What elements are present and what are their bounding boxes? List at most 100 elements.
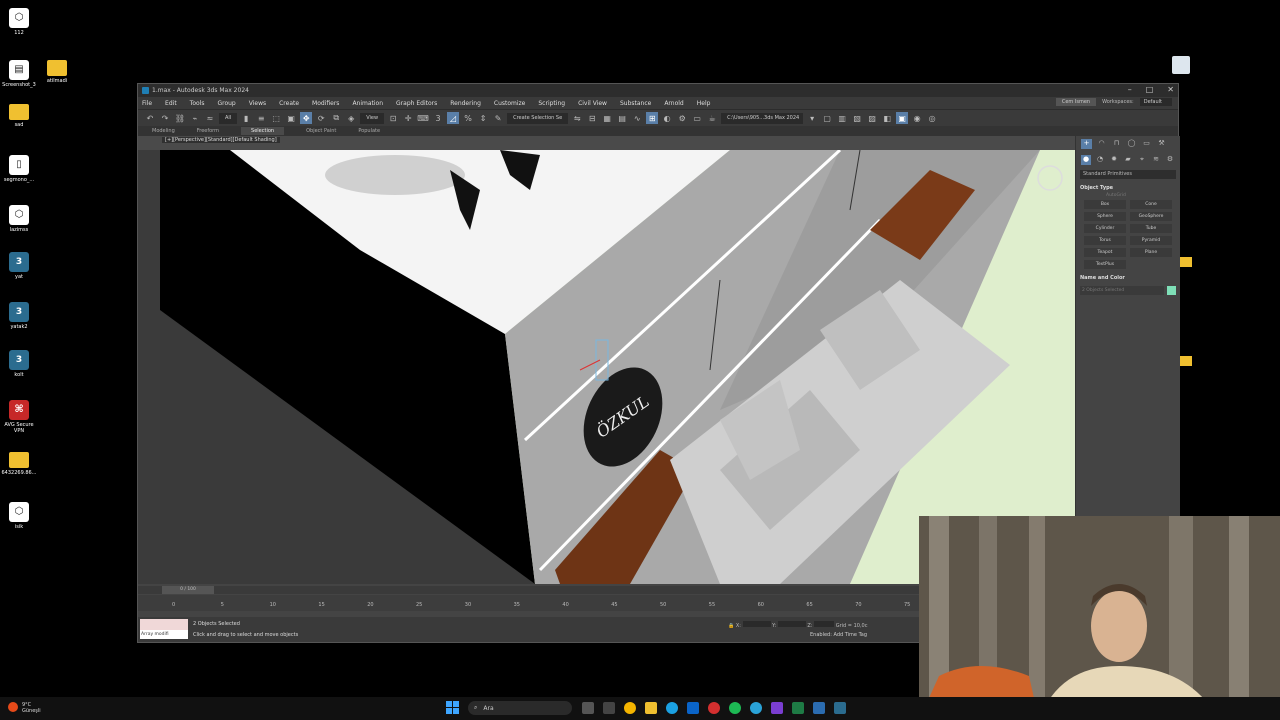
desktop-folder-icon[interactable] xyxy=(1180,356,1192,366)
desktop-folder-icon[interactable] xyxy=(1180,257,1192,267)
menu-edit[interactable]: Edit xyxy=(165,100,177,107)
arnold-ipr-icon[interactable]: ◎ xyxy=(926,112,938,124)
ribbon-tab-modeling[interactable]: Modeling xyxy=(152,128,175,134)
viewport-layout-icon[interactable]: ▥ xyxy=(836,112,848,124)
modify-tab-icon[interactable]: ◠ xyxy=(1096,139,1107,149)
geometry-icon[interactable]: ● xyxy=(1081,155,1091,165)
menu-create[interactable]: Create xyxy=(279,100,299,107)
desktop-icon[interactable]: 3 yatak2 xyxy=(0,302,38,330)
adaptive-degradation[interactable]: Enabled: Add Time Tag xyxy=(810,632,867,638)
mirror-icon[interactable]: ⇋ xyxy=(571,112,583,124)
curve-editor-icon[interactable]: ∿ xyxy=(631,112,643,124)
primitive-teapot-button[interactable]: Teapot xyxy=(1084,248,1126,257)
viewport-label-part[interactable]: [Standard] xyxy=(206,137,233,143)
desktop-icon[interactable]: ▯ segmono_... xyxy=(0,155,38,183)
desktop-icon[interactable]: ⬡ lazimss xyxy=(0,205,38,233)
spotify-icon[interactable] xyxy=(729,702,741,714)
edge-icon[interactable] xyxy=(666,702,678,714)
desktop-icon[interactable]: 3 kolt xyxy=(0,350,38,378)
ribbon-tab-selection[interactable]: Selection xyxy=(241,127,285,135)
primitive-category-select[interactable]: Standard Primitives xyxy=(1080,170,1176,179)
redo-icon[interactable]: ↷ xyxy=(159,112,171,124)
create-tab-icon[interactable]: + xyxy=(1081,139,1092,149)
rectangle-selection-icon[interactable]: ⬚ xyxy=(270,112,282,124)
menu-animation[interactable]: Animation xyxy=(352,100,383,107)
track-bar[interactable]: 0 5 10 15 20 25 30 35 40 45 50 55 60 65 70 75 xyxy=(138,595,923,611)
lights-icon[interactable]: ✹ xyxy=(1109,155,1119,165)
desktop-icon[interactable]: ▤ Screenshot_3 xyxy=(0,60,38,88)
render-icon[interactable]: ☕ xyxy=(706,112,718,124)
maxscript-listener[interactable]: Array modifi xyxy=(140,619,188,639)
arnold-render-icon[interactable]: ◉ xyxy=(911,112,923,124)
add-time-tag[interactable]: Add Time Tag xyxy=(833,632,867,638)
object-color-swatch[interactable] xyxy=(1167,286,1176,295)
time-slider[interactable]: 0 / 100 xyxy=(138,586,923,594)
menu-group[interactable]: Group xyxy=(217,100,235,107)
pivot-center-icon[interactable]: ⊡ xyxy=(387,112,399,124)
time-slider-handle[interactable]: 0 / 100 xyxy=(162,586,214,594)
minimize-icon[interactable]: – xyxy=(1128,85,1132,94)
start-button[interactable] xyxy=(446,701,459,714)
chat-icon[interactable] xyxy=(813,702,825,714)
desktop-icon[interactable]: sad xyxy=(0,104,38,128)
taskbar-search[interactable]: ⌕ Ara xyxy=(468,701,572,715)
link-icon[interactable]: ⛓ xyxy=(174,112,186,124)
select-manipulate-icon[interactable]: ✛ xyxy=(402,112,414,124)
menu-views[interactable]: Views xyxy=(249,100,266,107)
helpers-icon[interactable]: ⌖ xyxy=(1137,155,1147,165)
layer-icon[interactable]: ▨ xyxy=(866,112,878,124)
viewport-label-part[interactable]: [Default Shading] xyxy=(233,137,277,143)
schematic-view-icon[interactable]: ⊞ xyxy=(646,112,659,124)
maxscript-line[interactable]: Array modifi xyxy=(140,630,188,639)
material-editor-icon[interactable]: ◐ xyxy=(661,112,673,124)
viewport-label[interactable]: [+][Perspective][Standard][Default Shadi… xyxy=(162,137,280,143)
keyboard-shortcut-icon[interactable]: ⌨ xyxy=(417,112,429,124)
cameras-icon[interactable]: ▰ xyxy=(1123,155,1133,165)
name-color-header[interactable]: Name and Color xyxy=(1080,273,1176,283)
graphite-icon[interactable]: ◧ xyxy=(881,112,893,124)
selection-filter-select[interactable]: All xyxy=(219,112,238,124)
viewport-label-part[interactable]: [Perspective] xyxy=(173,137,206,143)
primitive-geosphere-button[interactable]: GeoSphere xyxy=(1130,212,1172,221)
spacewarps-icon[interactable]: ≋ xyxy=(1151,155,1161,165)
snaps-toggle-icon[interactable]: 3 xyxy=(432,112,444,124)
autogrid-checkbox[interactable]: AutoGrid xyxy=(1080,193,1176,198)
primitive-sphere-button[interactable]: Sphere xyxy=(1084,212,1126,221)
desktop-icon[interactable]: 6432269.86... xyxy=(0,452,38,476)
select-scale-icon[interactable]: ⧉ xyxy=(330,112,342,124)
menu-substance[interactable]: Substance xyxy=(620,100,651,107)
select-by-name-icon[interactable]: ≡ xyxy=(255,112,267,124)
layer-explorer-icon[interactable]: ▦ xyxy=(601,112,613,124)
edit-named-selection-icon[interactable]: ✎ xyxy=(492,112,504,124)
project-icon[interactable]: ▢ xyxy=(821,112,833,124)
primitive-tube-button[interactable]: Tube xyxy=(1130,224,1172,233)
ribbon-tab-populate[interactable]: Populate xyxy=(358,128,380,134)
close-icon[interactable]: ✕ xyxy=(1167,85,1174,94)
coordinate-fields[interactable]: 🔒 X: Y: Z: Grid = 10,0c xyxy=(728,621,867,629)
rendered-frame-icon[interactable]: ▭ xyxy=(691,112,703,124)
shapes-icon[interactable]: ◔ xyxy=(1095,155,1105,165)
telegram-icon[interactable] xyxy=(750,702,762,714)
select-rotate-icon[interactable]: ⟳ xyxy=(315,112,327,124)
named-selection-set-select[interactable]: Create Selection Se xyxy=(507,112,569,124)
desktop-icon[interactable]: ⬡ isik xyxy=(0,502,38,530)
weather-icon[interactable] xyxy=(8,702,18,712)
folder-icon[interactable] xyxy=(645,702,657,714)
motion-tab-icon[interactable]: ◯ xyxy=(1126,139,1137,149)
menu-rendering[interactable]: Rendering xyxy=(450,100,481,107)
desktop-icon[interactable]: ⬡ 112 xyxy=(0,8,38,36)
chrome-icon[interactable] xyxy=(624,702,636,714)
menu-scripting[interactable]: Scripting xyxy=(538,100,565,107)
placement-icon[interactable]: ◈ xyxy=(345,112,357,124)
object-name-field[interactable]: 2 Objects Selected xyxy=(1080,286,1164,295)
display-tab-icon[interactable]: ▭ xyxy=(1141,139,1152,149)
utilities-tab-icon[interactable]: ⚒ xyxy=(1156,139,1167,149)
menu-file[interactable]: File xyxy=(142,100,152,107)
task-view-icon[interactable] xyxy=(582,702,594,714)
desktop-icon[interactable]: atilmadi xyxy=(38,60,76,84)
ribbon-tab-freeform[interactable]: Freeform xyxy=(197,128,219,134)
maximize-icon[interactable]: □ xyxy=(1146,85,1154,94)
weather-widget[interactable]: 9°C Güneşli xyxy=(22,702,41,714)
desktop-icon[interactable]: ⌘ AVG Secure VPN xyxy=(0,400,38,434)
primitive-cylinder-button[interactable]: Cylinder xyxy=(1084,224,1126,233)
